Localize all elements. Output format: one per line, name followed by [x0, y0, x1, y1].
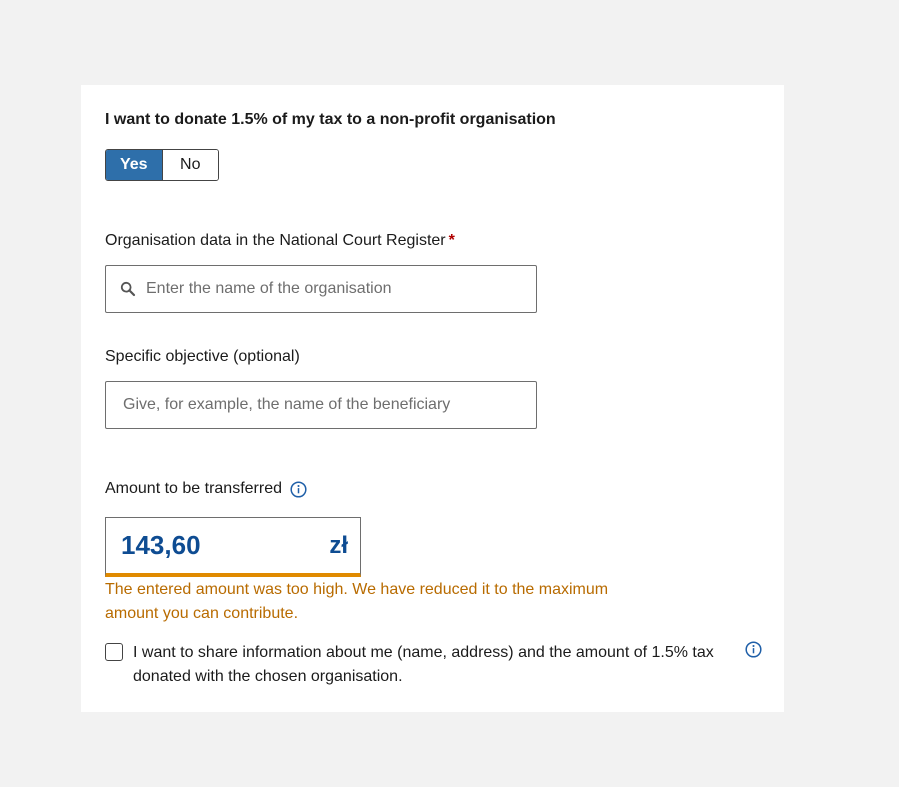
yes-option-button[interactable]: Yes — [106, 150, 163, 180]
amount-warning-message: The entered amount was too high. We have… — [105, 581, 609, 622]
donation-question: I want to donate 1.5% of my tax to a non… — [105, 111, 556, 128]
consent-text: I want to share information about me (na… — [133, 644, 714, 685]
consent-checkbox[interactable] — [105, 643, 123, 661]
organisation-search-field — [105, 265, 537, 313]
objective-label: Specific objective (optional) — [105, 348, 300, 365]
amount-value: 143,60 — [121, 530, 201, 560]
consent-info-icon[interactable] — [745, 641, 762, 658]
objective-input[interactable] — [121, 395, 536, 415]
organisation-label: Organisation data in the National Court … — [105, 232, 455, 250]
objective-field — [105, 381, 537, 429]
required-mark: * — [448, 232, 455, 249]
organisation-search-input[interactable] — [144, 279, 536, 299]
donation-toggle: Yes No — [105, 149, 219, 181]
amount-label-row: Amount to be transferred — [105, 480, 307, 498]
no-option-button[interactable]: No — [162, 150, 218, 180]
currency-unit: zł — [329, 531, 348, 559]
info-icon[interactable] — [290, 480, 307, 498]
organisation-label-text: Organisation data in the National Court … — [105, 232, 446, 249]
donation-form-card: I want to donate 1.5% of my tax to a non… — [81, 85, 784, 712]
search-icon — [120, 281, 136, 297]
amount-input-field[interactable]: 143,60 zł — [105, 517, 361, 577]
amount-label: Amount to be transferred — [105, 480, 282, 497]
